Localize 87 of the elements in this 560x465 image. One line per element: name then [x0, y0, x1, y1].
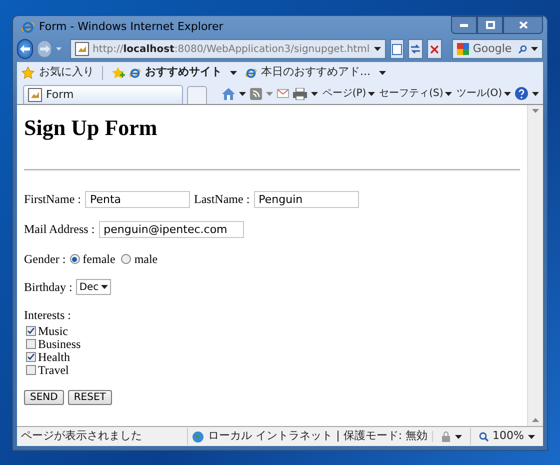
refresh-icon — [410, 44, 422, 54]
caret-icon — [378, 70, 386, 74]
menu-button[interactable]: セーフティ(S) — [379, 86, 452, 101]
caret-icon — [368, 92, 376, 96]
minimize-button[interactable] — [451, 16, 477, 34]
text-field[interactable]: Penta — [85, 190, 190, 208]
text-field[interactable]: Penguin — [254, 190, 359, 208]
close-button[interactable] — [503, 16, 543, 34]
checkbox[interactable] — [26, 364, 36, 374]
radio-button[interactable] — [121, 254, 132, 264]
star-icon — [21, 66, 35, 80]
tab-title: Form — [46, 86, 74, 103]
caret-icon — [311, 92, 318, 96]
mail-icon[interactable] — [277, 89, 290, 98]
caret-icon — [239, 92, 246, 96]
ie-logo-icon — [245, 66, 257, 78]
zoom-button[interactable]: 100% — [470, 428, 543, 445]
close-icon — [518, 21, 528, 29]
caret-icon — [230, 70, 237, 74]
menu-button[interactable]: ページ(P) — [322, 86, 376, 101]
field-label: Interests : — [24, 307, 72, 324]
field-label: LastName : — [194, 191, 250, 208]
caret-icon — [530, 47, 538, 51]
ie-logo-icon — [129, 66, 141, 78]
field-label: FirstName : — [24, 191, 81, 208]
page-icon — [392, 44, 402, 54]
minimize-icon — [460, 24, 468, 26]
home-icon[interactable] — [222, 88, 236, 100]
address-bar[interactable]: http://localhost:8080/WebApplication3/signupget.html — [70, 39, 386, 59]
globe-icon — [192, 430, 204, 442]
add-favorite-icon — [111, 66, 125, 80]
zone-text: ローカル イントラネット | 保護モード: 無効 — [208, 428, 428, 444]
google-logo-icon — [456, 43, 469, 55]
maximize-button[interactable] — [477, 16, 503, 34]
caret-icon — [374, 47, 381, 51]
form-button[interactable]: RESET — [68, 390, 112, 405]
text-field[interactable]: penguin@ipentec.com — [98, 220, 244, 238]
help-icon[interactable] — [515, 87, 528, 100]
feed-icon[interactable] — [250, 88, 262, 100]
radio-button[interactable] — [70, 254, 80, 264]
status-text: ページが表示されました — [17, 428, 188, 445]
menu-button[interactable]: ツール(O) — [456, 86, 511, 101]
caret-icon — [445, 92, 452, 96]
window-title: Form - Windows Internet Explorer — [39, 18, 224, 35]
back-button[interactable] — [17, 39, 34, 59]
form-button[interactable]: SEND — [24, 390, 64, 405]
scrollbar[interactable] — [527, 105, 543, 426]
page-heading: Sign Up Form — [24, 117, 158, 139]
field-label: Gender : — [24, 251, 66, 268]
lock-icon[interactable] — [440, 431, 451, 442]
maximize-icon — [486, 21, 494, 29]
field-label: Mail Address : — [24, 221, 95, 238]
printer-icon[interactable] — [293, 88, 308, 100]
arrow-right-icon — [40, 45, 50, 53]
radio-label: male — [134, 251, 158, 268]
page-icon — [28, 88, 42, 102]
stop-button[interactable] — [427, 39, 442, 59]
refresh-button[interactable] — [408, 39, 424, 59]
favorites-link[interactable]: おすすめサイト — [129, 64, 237, 81]
caret-icon — [504, 92, 511, 96]
favorites-link[interactable]: 本日のおすすめアド... — [245, 64, 386, 81]
radio-label: female — [82, 251, 116, 268]
ie-logo-icon — [21, 20, 35, 34]
search-placeholder: Google — [472, 40, 512, 57]
checkbox[interactable] — [26, 326, 36, 336]
url-text: http://localhost:8080/WebApplication3/signupget.html — [92, 42, 370, 56]
page-icon — [74, 42, 89, 56]
checkbox[interactable] — [26, 338, 36, 348]
caret-icon — [532, 109, 539, 113]
checkbox[interactable] — [26, 352, 36, 362]
search-icon — [518, 44, 527, 54]
caret-icon — [266, 92, 274, 96]
arrow-left-icon — [20, 45, 30, 53]
compatibility-button[interactable] — [390, 39, 404, 59]
caret-icon — [532, 92, 539, 96]
caret-icon — [454, 434, 462, 438]
caret-icon — [56, 47, 62, 51]
browser-tab[interactable]: Form — [23, 85, 183, 104]
zoom-icon — [478, 432, 489, 442]
caret-icon — [532, 418, 539, 422]
caret-icon — [101, 285, 108, 289]
month-dropdown[interactable]: Dec — [76, 279, 112, 295]
search-field[interactable]: Google — [452, 39, 543, 59]
close-icon — [430, 44, 439, 54]
field-label: Birthday : — [24, 279, 72, 296]
caret-icon — [528, 434, 535, 438]
favorites-button[interactable]: お気に入り — [21, 64, 94, 81]
